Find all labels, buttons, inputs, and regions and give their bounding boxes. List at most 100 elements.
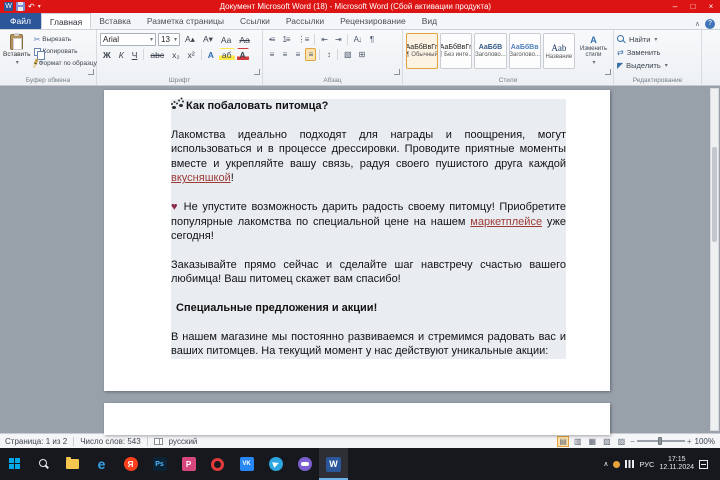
shrink-font-button[interactable]: А▾ — [200, 33, 216, 46]
styles-dialog-launcher[interactable] — [605, 69, 611, 75]
zoom-slider[interactable] — [636, 437, 685, 445]
cut-button[interactable]: ✂ Вырезать — [34, 34, 97, 45]
multilevel-list-button[interactable]: ⋮≡ — [295, 33, 312, 46]
font-dialog-launcher[interactable] — [254, 69, 260, 75]
help-icon[interactable]: ? — [705, 19, 715, 29]
style-heading-2[interactable]: АаБбВв Заголово... — [508, 33, 541, 69]
clear-formatting-button[interactable]: Аа — [236, 33, 253, 46]
tab-mailings[interactable]: Рассылки — [278, 13, 332, 29]
underlined-word-2[interactable]: маркетплейсе — [470, 216, 542, 228]
minimize-button[interactable]: – — [666, 0, 684, 13]
align-center-button[interactable]: ≡ — [279, 48, 290, 61]
undo-icon[interactable]: ↶ — [28, 2, 35, 11]
style-no-spacing[interactable]: АаБбВвГг, ¶ Без инте... — [440, 33, 473, 69]
show-paragraph-marks-button[interactable]: ¶ — [366, 33, 377, 46]
taskbar-search-button[interactable] — [29, 448, 58, 480]
borders-button[interactable]: ⊞ — [356, 48, 368, 61]
collapse-ribbon-icon[interactable]: ∧ — [695, 20, 700, 28]
file-explorer-button[interactable] — [58, 448, 87, 480]
superscript-button[interactable]: х² — [185, 48, 198, 61]
tab-home[interactable]: Главная — [40, 13, 92, 29]
start-button[interactable] — [0, 448, 29, 480]
style-heading-1[interactable]: АаБбВ Заголово... — [474, 33, 507, 69]
justify-button[interactable]: ≡ — [305, 48, 316, 61]
zoom-in-button[interactable]: + — [687, 437, 692, 446]
italic-button[interactable]: К — [116, 48, 127, 61]
underlined-word-1[interactable]: вкусняшкой — [171, 172, 231, 184]
network-icon[interactable] — [625, 460, 635, 468]
tab-review[interactable]: Рецензирование — [332, 13, 414, 29]
tab-file[interactable]: Файл — [0, 13, 41, 29]
page-indicator[interactable]: Страница: 1 из 2 — [5, 437, 67, 446]
maximize-button[interactable]: □ — [684, 0, 702, 13]
hidden-icons-chevron[interactable]: ∧ — [603, 460, 608, 468]
document-page-1[interactable]: Как побаловать питомца? Лакомства идеаль… — [104, 90, 610, 391]
word-count[interactable]: Число слов: 543 — [80, 437, 140, 446]
grow-font-button[interactable]: А▴ — [182, 33, 198, 46]
document-page-2[interactable] — [104, 403, 610, 435]
find-button[interactable]: Найти ▾ — [617, 33, 698, 45]
paste-button[interactable]: Вставить ▾ — [3, 32, 31, 75]
tab-references[interactable]: Ссылки — [232, 13, 278, 29]
title-bar[interactable]: W ↶ ▾ Документ Microsoft Word (18) - Mic… — [0, 0, 720, 13]
selected-text-block[interactable]: Как побаловать питомца? Лакомства идеаль… — [171, 99, 566, 359]
word-taskbar-button[interactable]: W — [319, 448, 348, 480]
action-center-icon[interactable] — [699, 459, 708, 469]
tab-page-layout[interactable]: Разметка страницы — [139, 13, 232, 29]
photoshop-button[interactable]: Ps — [145, 448, 174, 480]
scrollbar-thumb[interactable] — [712, 147, 717, 242]
format-painter-button[interactable]: Формат по образцу — [32, 58, 97, 69]
text-effects-button[interactable]: А — [205, 48, 217, 61]
align-left-button[interactable]: ≡ — [266, 48, 277, 61]
yandex-browser-button[interactable]: Я — [116, 448, 145, 480]
paste-dropdown-icon[interactable]: ▾ — [16, 59, 19, 66]
tab-view[interactable]: Вид — [414, 13, 445, 29]
discord-button[interactable] — [290, 448, 319, 480]
pinterest-button[interactable]: P — [174, 448, 203, 480]
copy-button[interactable]: Копировать — [33, 46, 97, 60]
full-screen-view-button[interactable]: ▥ — [572, 436, 584, 447]
telegram-button[interactable] — [261, 448, 290, 480]
font-color-button[interactable]: А — [236, 48, 249, 61]
print-layout-view-button[interactable]: ▤ — [557, 435, 569, 447]
numbering-button[interactable]: 1≡ — [279, 33, 292, 46]
change-styles-button[interactable]: А Изменить стили ▾ — [577, 33, 610, 66]
style-title[interactable]: Aab Название — [542, 33, 575, 69]
save-icon[interactable] — [16, 2, 25, 11]
qat-dropdown-icon[interactable]: ▾ — [38, 3, 41, 10]
zoom-slider-thumb[interactable] — [657, 437, 662, 445]
subscript-button[interactable]: х₂ — [169, 48, 183, 61]
zoom-level[interactable]: 100% — [695, 437, 715, 446]
font-size-combo[interactable]: 13 ▾ — [158, 33, 180, 46]
style-normal[interactable]: АаБбВвГг, ¶ Обычный — [406, 33, 439, 69]
underline-button[interactable]: Ч — [129, 48, 141, 61]
font-name-combo[interactable]: Arial ▾ — [100, 33, 156, 46]
draft-view-button[interactable]: ▨ — [616, 436, 628, 447]
opera-browser-button[interactable] — [203, 448, 232, 480]
highlight-color-button[interactable]: аб — [218, 48, 235, 61]
replace-button[interactable]: ⇄ Заменить — [617, 46, 698, 58]
proofing-book-icon[interactable] — [153, 437, 163, 445]
bullets-button[interactable]: •≡ — [266, 33, 277, 46]
sort-button[interactable]: А↓ — [351, 33, 364, 46]
language-indicator[interactable]: русский — [169, 437, 198, 446]
strikethrough-button[interactable]: abc — [147, 48, 167, 61]
decrease-indent-button[interactable]: ⇤ — [318, 33, 330, 46]
change-case-button[interactable]: Аа — [218, 33, 235, 46]
outline-view-button[interactable]: ▧ — [601, 436, 613, 447]
align-right-button[interactable]: ≡ — [292, 48, 303, 61]
increase-indent-button[interactable]: ⇥ — [332, 33, 344, 46]
line-spacing-button[interactable]: ↕ — [323, 48, 334, 61]
tray-app-icon[interactable] — [613, 460, 621, 468]
shading-button[interactable]: ▧ — [341, 48, 354, 61]
vertical-scrollbar[interactable] — [710, 88, 719, 431]
vk-button[interactable]: VK — [232, 448, 261, 480]
edge-browser-button[interactable]: e — [87, 448, 116, 480]
web-layout-view-button[interactable]: ▦ — [587, 436, 599, 447]
zoom-out-button[interactable]: − — [630, 437, 635, 446]
bold-button[interactable]: Ж — [100, 48, 114, 61]
keyboard-language-indicator[interactable]: РУС — [639, 460, 654, 469]
taskbar-clock[interactable]: 17:15 12.11.2024 — [659, 456, 694, 472]
close-button[interactable]: × — [702, 0, 720, 13]
select-button[interactable]: ◤ Выделить ▾ — [617, 59, 698, 71]
